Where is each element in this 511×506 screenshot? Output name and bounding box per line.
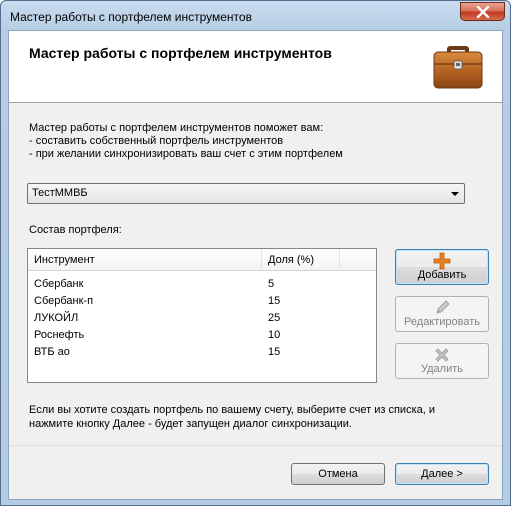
cancel-button-label: Отмена: [318, 468, 358, 480]
table-row[interactable]: Сбербанк 5: [28, 276, 376, 293]
cancel-button[interactable]: Отмена: [291, 463, 385, 485]
title-bar[interactable]: Мастер работы с портфелем инструментов: [1, 1, 510, 31]
hint-line: нажмите кнопку Далее - будет запущен диа…: [29, 418, 352, 430]
instrument-cell: Роснефть: [34, 329, 85, 341]
instrument-cell: ВТБ ао: [34, 346, 70, 358]
instrument-cell: Сбербанк-п: [34, 295, 94, 307]
add-button[interactable]: Добавить: [395, 249, 489, 285]
table-row[interactable]: ЛУКОЙЛ 25: [28, 310, 376, 327]
column-header-label: Доля (%): [268, 254, 314, 266]
composition-label: Состав портфеля:: [29, 224, 122, 236]
description-line: - составить собственный портфель инструм…: [29, 135, 284, 147]
portfolio-composition-list[interactable]: Инструмент Доля (%) Сбербанк 5 Сбербанк-…: [27, 248, 377, 383]
instrument-cell: ЛУКОЙЛ: [34, 312, 79, 324]
plus-icon: [433, 252, 451, 270]
share-cell: 5: [268, 278, 275, 290]
wizard-client-area: Мастер работы с портфелем инструментов М…: [8, 30, 503, 500]
cross-icon: [435, 348, 449, 362]
pencil-icon: [436, 300, 450, 314]
edit-button[interactable]: Редактировать: [395, 296, 489, 332]
share-cell: 25: [268, 312, 281, 324]
portfolio-select[interactable]: ТестММВБ: [27, 183, 465, 204]
close-icon: [476, 6, 490, 18]
wizard-footer: Отмена Далее >: [9, 445, 502, 499]
share-cell: 15: [268, 295, 281, 307]
column-header-instrument[interactable]: Инструмент: [28, 249, 262, 271]
column-header-share[interactable]: Доля (%): [262, 249, 340, 271]
edit-button-label: Редактировать: [404, 316, 480, 328]
delete-button[interactable]: Удалить: [395, 343, 489, 379]
wizard-window: Мастер работы с портфелем инструментов М…: [0, 0, 511, 506]
column-header-label: Инструмент: [34, 254, 95, 266]
wizard-header: Мастер работы с портфелем инструментов: [9, 31, 502, 103]
next-button[interactable]: Далее >: [395, 463, 489, 485]
hint-line: Если вы хотите создать портфель по вашем…: [29, 404, 436, 416]
close-button[interactable]: [460, 2, 505, 21]
portfolio-select-value: ТестММВБ: [32, 187, 88, 199]
share-cell: 10: [268, 329, 281, 341]
table-row[interactable]: Роснефть 10: [28, 327, 376, 344]
table-row[interactable]: Сбербанк-п 15: [28, 293, 376, 310]
wizard-description: Мастер работы с портфелем инструментов п…: [29, 122, 343, 161]
instrument-cell: Сбербанк: [34, 278, 84, 290]
description-line: - при желании синхронизировать ваш счет …: [29, 148, 343, 160]
briefcase-icon: [433, 46, 483, 89]
list-header: Инструмент Доля (%): [28, 249, 376, 271]
chevron-down-icon[interactable]: [451, 192, 459, 196]
delete-button-label: Удалить: [421, 363, 463, 375]
page-title: Мастер работы с портфелем инструментов: [29, 45, 332, 61]
table-row[interactable]: ВТБ ао 15: [28, 344, 376, 361]
sync-hint: Если вы хотите создать портфель по вашем…: [29, 403, 435, 431]
description-line: Мастер работы с портфелем инструментов п…: [29, 122, 324, 134]
add-button-label: Добавить: [417, 269, 467, 281]
next-button-label: Далее >: [421, 468, 463, 480]
share-cell: 15: [268, 346, 281, 358]
window-title: Мастер работы с портфелем инструментов: [10, 10, 252, 24]
